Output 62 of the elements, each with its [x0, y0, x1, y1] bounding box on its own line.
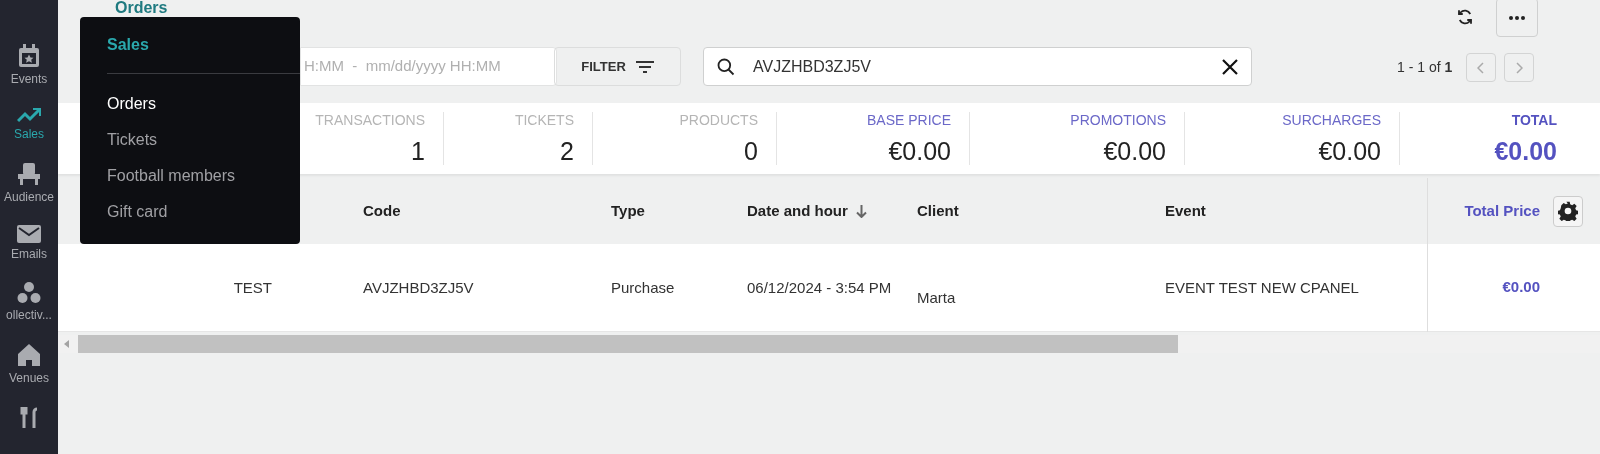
table-cell-text: EVENT TEST NEW CPANEL: [1165, 277, 1359, 298]
scrollbar-thumb[interactable]: [78, 335, 1178, 353]
refresh-icon[interactable]: [1456, 8, 1474, 26]
filter-icon: [635, 60, 654, 73]
stat-label: SURCHARGES: [1282, 112, 1381, 128]
tools-icon: [18, 406, 40, 428]
stat-label: TICKETS: [514, 112, 574, 128]
stat-value: €0.00: [1103, 137, 1166, 165]
stat-label: PROMOTIONS: [1070, 112, 1166, 128]
menu-item[interactable]: Football members: [107, 164, 236, 187]
search-icon: [716, 56, 736, 77]
settings-icon: [1558, 201, 1578, 221]
menu-item[interactable]: Orders: [107, 92, 156, 115]
stat-value: €0.00: [1318, 137, 1381, 165]
search-value: AVJZHBD3ZJ5V: [753, 56, 872, 77]
chevron-left-icon: [1477, 61, 1486, 74]
column-header[interactable]: Client: [917, 199, 959, 223]
more-icon: [1509, 15, 1525, 20]
chevron-right-icon: [1515, 61, 1524, 74]
sidebar-item[interactable]: ollectiv...: [0, 282, 58, 322]
search-field[interactable]: AVJZHBD3ZJ5V: [703, 47, 1252, 86]
sort-down-icon[interactable]: [855, 204, 867, 218]
circles-icon: [17, 282, 41, 304]
table-cell-text: TEST: [233, 277, 272, 298]
pagination-text: 1 - 1 of 1: [1397, 58, 1453, 77]
column-header[interactable]: Event: [1165, 199, 1206, 223]
sidebar-item[interactable]: Audience: [0, 162, 58, 204]
sidebar-item[interactable]: Emails: [0, 225, 58, 261]
stat-label: BASE PRICE: [866, 112, 951, 128]
menu-title: Sales: [107, 35, 150, 55]
stat-label: PRODUCTS: [679, 112, 758, 128]
house-icon: [17, 343, 41, 367]
column-header[interactable]: Type: [611, 199, 645, 223]
menu-item[interactable]: Tickets: [107, 128, 158, 151]
sidebar-item[interactable]: Venues: [0, 343, 58, 385]
stat-value: €0.00: [1494, 137, 1557, 165]
sidebar-item[interactable]: Sales: [0, 107, 58, 141]
table-cell-text: 06/12/2024 - 3:54 PM: [747, 277, 892, 298]
stat-value: 0: [744, 137, 758, 165]
trend-up-icon: [17, 107, 41, 123]
column-header[interactable]: Code: [363, 199, 401, 223]
stat-value: 2: [560, 137, 574, 165]
column-header[interactable]: Date and hour: [747, 199, 848, 223]
stat-label: TOTAL: [1511, 112, 1557, 128]
stat-value: €0.00: [888, 137, 951, 165]
chair-icon: [17, 162, 41, 186]
sidebar-item[interactable]: Events: [0, 44, 58, 86]
more-button[interactable]: [1496, 0, 1538, 37]
menu-item[interactable]: Gift card: [107, 200, 168, 223]
table-cell-text: AVJZHBD3ZJ5V: [363, 277, 474, 298]
page-title: Orders: [115, 0, 168, 16]
table-cell-text: Purchase: [611, 277, 675, 298]
calendar-icon: [18, 44, 40, 68]
settings-button[interactable]: [1553, 195, 1583, 227]
close-icon[interactable]: [1221, 57, 1239, 76]
filter-button[interactable]: FILTER: [554, 47, 681, 86]
stat-label: TRANSACTIONS: [315, 112, 425, 128]
envelope-icon: [17, 225, 41, 243]
table-cell-text: €0.00: [1502, 277, 1540, 298]
stat-value: 1: [411, 137, 425, 165]
table-cell-text: Marta: [917, 287, 956, 308]
column-header[interactable]: Total Price: [1464, 199, 1540, 223]
